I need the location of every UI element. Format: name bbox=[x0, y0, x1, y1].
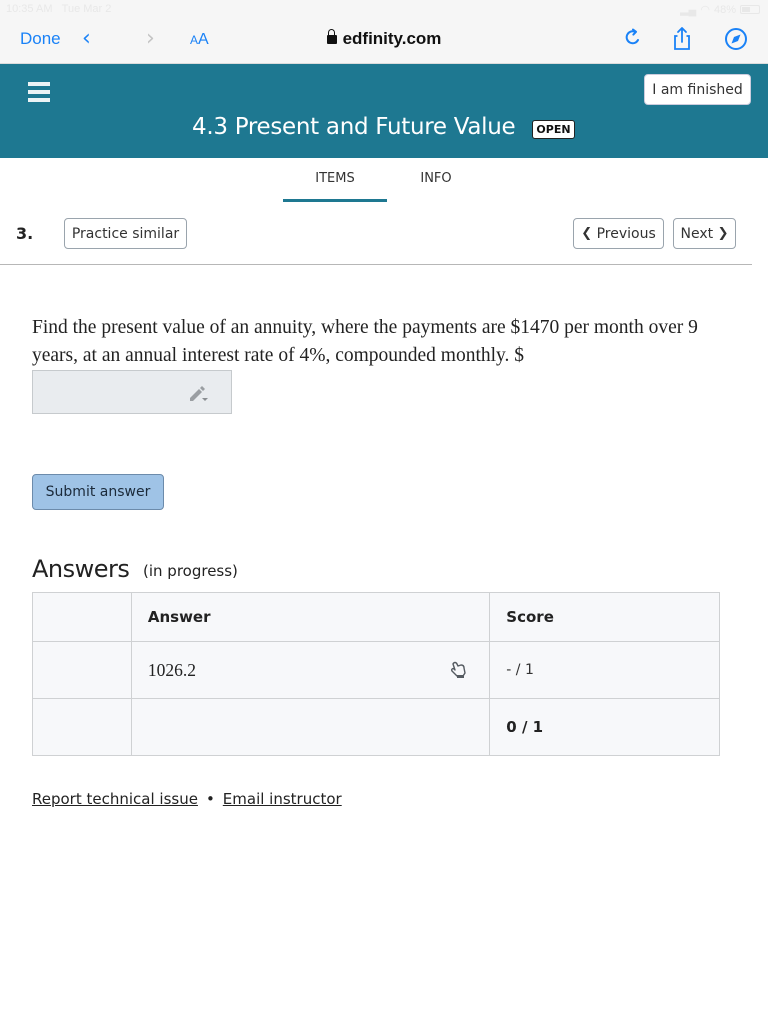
text-size-small: A bbox=[190, 33, 199, 47]
table-header-row: Answer Score bbox=[32, 592, 720, 642]
reload-button[interactable] bbox=[620, 26, 646, 52]
status-badge: OPEN bbox=[532, 120, 575, 139]
chevron-left-icon: ❮ bbox=[581, 226, 593, 241]
column-header-answer: Answer bbox=[130, 592, 491, 642]
column-header-score: Score bbox=[489, 592, 720, 642]
compass-icon bbox=[725, 28, 747, 50]
attempt-cell bbox=[32, 641, 132, 699]
menu-button[interactable] bbox=[28, 82, 50, 102]
previous-button[interactable]: ❮ Previous bbox=[573, 218, 664, 249]
forward-button[interactable]: › bbox=[146, 26, 155, 51]
signal-icon: ▂▄ bbox=[680, 4, 697, 16]
email-instructor-link[interactable]: Email instructor bbox=[223, 790, 342, 808]
answers-table: Answer Score 1026.2 - / 1 0 / 1 bbox=[32, 592, 720, 756]
table-total-row: 0 / 1 bbox=[32, 698, 720, 756]
submit-answer-button[interactable]: Submit answer bbox=[32, 474, 164, 510]
previous-label: Previous bbox=[596, 225, 656, 242]
text-size-button[interactable]: AA bbox=[190, 31, 209, 49]
hamburger-icon bbox=[28, 82, 50, 102]
question-text: Find the present value of an annuity, wh… bbox=[32, 317, 698, 366]
wifi-icon: ◠ bbox=[700, 4, 710, 16]
finish-button[interactable]: I am finished bbox=[644, 74, 751, 105]
table-row: 1026.2 - / 1 bbox=[32, 641, 720, 699]
attempt-cell bbox=[32, 698, 132, 756]
battery-icon bbox=[740, 5, 760, 14]
reload-icon bbox=[625, 28, 639, 45]
status-indicators: ▂▄ ◠ 48% bbox=[680, 3, 760, 16]
address-bar-input[interactable] bbox=[300, 24, 470, 54]
answer-cell bbox=[130, 698, 491, 756]
divider bbox=[0, 264, 752, 265]
answer-cell: 1026.2 bbox=[130, 641, 491, 699]
total-score-cell: 0 / 1 bbox=[489, 698, 720, 756]
done-button[interactable]: Done bbox=[20, 29, 61, 49]
practice-similar-button[interactable]: Practice similar bbox=[64, 218, 187, 249]
next-button[interactable]: Next ❯ bbox=[673, 218, 736, 249]
column-header-attempt bbox=[32, 592, 132, 642]
share-icon bbox=[674, 27, 690, 50]
answer-input[interactable] bbox=[32, 370, 232, 414]
battery-percent: 48% bbox=[713, 3, 736, 16]
chevron-right-icon: › bbox=[146, 26, 155, 51]
chevron-left-icon: ‹ bbox=[82, 26, 91, 51]
tab-info[interactable]: INFO bbox=[404, 171, 468, 186]
compass-button[interactable] bbox=[723, 26, 749, 52]
question-number: 3. bbox=[16, 224, 34, 243]
answers-heading: Answers bbox=[32, 555, 130, 583]
answer-value: 1026.2 bbox=[147, 659, 196, 680]
active-tab-indicator bbox=[283, 199, 387, 202]
report-issue-link[interactable]: Report technical issue bbox=[32, 790, 198, 808]
text-size-big: A bbox=[198, 31, 209, 48]
status-time: 10:35 AM Tue Mar 2 bbox=[6, 3, 112, 15]
tab-items[interactable]: ITEMS bbox=[283, 171, 387, 186]
answers-status: (in progress) bbox=[143, 562, 238, 580]
link-separator: • bbox=[205, 790, 215, 808]
page-title: 4.3 Present and Future Value bbox=[192, 114, 516, 140]
chevron-right-icon: ❯ bbox=[717, 226, 729, 241]
browser-toolbar: 10:35 AM Tue Mar 2 ▂▄ ◠ 48% Done ‹ › AA … bbox=[0, 0, 768, 64]
footer-links: Report technical issue • Email instructor bbox=[32, 790, 342, 808]
share-button[interactable] bbox=[669, 26, 695, 52]
pencil-icon[interactable] bbox=[187, 383, 209, 403]
score-cell: - / 1 bbox=[489, 641, 720, 699]
next-label: Next bbox=[680, 225, 714, 242]
hand-pointer-icon[interactable] bbox=[449, 660, 469, 680]
back-button[interactable]: ‹ bbox=[82, 26, 91, 51]
